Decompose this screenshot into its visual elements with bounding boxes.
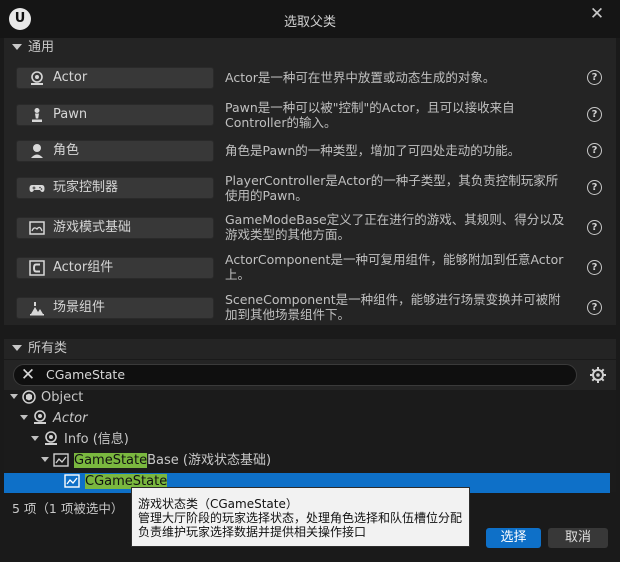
tree-node-label: Object: [41, 390, 84, 405]
help-icon[interactable]: ?: [587, 180, 602, 195]
pick-parent-class-dialog: U 选取父类 ✕ 通用 Actor Actor是一种可在世界中放置或动态生成的对…: [0, 0, 620, 562]
search-row: ✕: [4, 360, 616, 390]
actor-icon: [31, 71, 43, 85]
class-button-player-controller[interactable]: 玩家控制器: [16, 177, 214, 199]
help-icon[interactable]: ?: [587, 300, 602, 315]
tooltip-title: 游戏状态类（CGameState）: [138, 497, 298, 511]
common-class-row: 角色 角色是Pawn的一种类型，增加了可四处走动的功能。 ?: [4, 140, 616, 170]
actor-icon: [34, 410, 46, 424]
title-bar: U 选取父类 ✕: [0, 0, 620, 38]
game-state-icon: [53, 453, 69, 467]
common-class-row: 场景组件 SceneComponent是一种组件，能够进行场景变换并可被附加到其…: [4, 292, 616, 327]
common-class-row: Actor组件 ActorComponent是一种可复用组件，能够附加到任意Ac…: [4, 252, 616, 287]
gamepad-icon: [29, 185, 45, 192]
common-class-row: 玩家控制器 PlayerController是Actor的一种子类型，其负责控制…: [4, 173, 616, 207]
class-button-label: Actor组件: [53, 260, 114, 275]
gamemode-icon: [29, 221, 45, 235]
class-description: Pawn是一种可以被"控制"的Actor，且可以接收来自Controller的输…: [225, 100, 515, 130]
class-button-label: 角色: [53, 143, 80, 158]
collapse-caret-icon: [12, 345, 22, 351]
help-icon[interactable]: ?: [587, 70, 602, 85]
character-icon: [31, 144, 43, 158]
class-description: Actor是一种可在世界中放置或动态生成的对象。: [225, 70, 496, 85]
expand-caret-icon: [41, 457, 49, 462]
class-button-scene-component[interactable]: 场景组件: [16, 297, 214, 319]
common-class-row: 游戏模式基础 GameModeBase定义了正在进行的游戏、其规则、得分以及游戏…: [4, 212, 616, 247]
collapse-caret-icon: [12, 44, 22, 50]
section-header-all-classes[interactable]: 所有类: [4, 339, 616, 359]
class-description: 角色是Pawn的一种类型，增加了可四处走动的功能。: [225, 143, 521, 158]
tree-node-info[interactable]: Info (信息): [31, 430, 129, 450]
tooltip-line: 管理大厅阶段的玩家选择状态，处理角色选择和队伍槽位分配: [138, 511, 463, 525]
class-button-game-mode-base[interactable]: 游戏模式基础: [16, 217, 214, 239]
search-match-highlight: GameState: [74, 453, 148, 468]
class-button-label: Pawn: [53, 107, 88, 122]
tree-node-label: Actor: [53, 411, 88, 426]
game-state-icon: [64, 474, 80, 488]
object-icon: [22, 390, 36, 404]
tree-node-actor[interactable]: Actor: [20, 409, 87, 429]
scene-component-icon: [30, 302, 44, 316]
common-classes-panel: Actor Actor是一种可在世界中放置或动态生成的对象。 ? Pawn Pa…: [4, 58, 616, 325]
pawn-icon: [32, 108, 42, 122]
class-button-label: 游戏模式基础: [53, 220, 132, 235]
tree-node-label: Base (游戏状态基础): [147, 453, 272, 468]
cancel-button[interactable]: 取消: [548, 528, 608, 548]
gear-icon[interactable]: [589, 366, 607, 384]
tooltip-line: 负责维护玩家选择数据并提供相关操作接口: [138, 525, 367, 539]
class-description: SceneComponent是一种组件，能够进行场景变换并可被附加到其他场景组件…: [225, 292, 561, 322]
common-class-row: Pawn Pawn是一种可以被"控制"的Actor，且可以接收来自Control…: [4, 100, 616, 134]
class-description: ActorComponent是一种可复用组件，能够附加到任意Actor上。: [225, 252, 564, 282]
clear-search-icon[interactable]: ✕: [20, 365, 36, 385]
close-icon[interactable]: ✕: [586, 3, 608, 25]
help-icon[interactable]: ?: [587, 107, 602, 122]
help-icon[interactable]: ?: [587, 260, 602, 275]
section-header-common[interactable]: 通用: [4, 38, 616, 58]
class-button-character[interactable]: 角色: [16, 140, 214, 162]
help-icon[interactable]: ?: [587, 143, 602, 158]
class-button-actor[interactable]: Actor: [16, 67, 214, 89]
class-search-box[interactable]: ✕: [13, 364, 577, 386]
class-button-label: 场景组件: [53, 300, 106, 315]
tree-node-game-state-base[interactable]: GameStateBase (游戏状态基础): [41, 451, 271, 471]
item-count: 5 项（1 项被选中）: [12, 501, 124, 516]
class-button-pawn[interactable]: Pawn: [16, 104, 214, 126]
section-title: 通用: [28, 40, 55, 55]
component-icon: [29, 260, 45, 276]
search-input[interactable]: [46, 366, 546, 383]
dialog-title: 选取父类: [283, 15, 336, 30]
class-button-label: Actor: [53, 70, 88, 85]
class-tooltip: 游戏状态类（CGameState） 管理大厅阶段的玩家选择状态，处理角色选择和队…: [131, 487, 470, 547]
info-actor-icon: [45, 431, 57, 445]
select-button[interactable]: 选择: [486, 528, 541, 548]
help-icon[interactable]: ?: [587, 220, 602, 235]
expand-caret-icon: [20, 415, 28, 420]
common-class-row: Actor Actor是一种可在世界中放置或动态生成的对象。 ?: [4, 67, 616, 97]
class-button-actor-component[interactable]: Actor组件: [16, 257, 214, 279]
tree-node-label: Info (信息): [64, 432, 129, 447]
class-button-label: 玩家控制器: [53, 180, 119, 195]
section-title: 所有类: [28, 341, 68, 356]
class-description: PlayerController是Actor的一种子类型，其负责控制玩家所使用的…: [225, 173, 559, 203]
expand-caret-icon: [31, 436, 39, 441]
class-description: GameModeBase定义了正在进行的游戏、其规则、得分以及游戏类型的其他方面…: [225, 212, 565, 242]
expand-caret-icon: [10, 394, 18, 399]
tree-node-object[interactable]: Object: [10, 388, 83, 408]
